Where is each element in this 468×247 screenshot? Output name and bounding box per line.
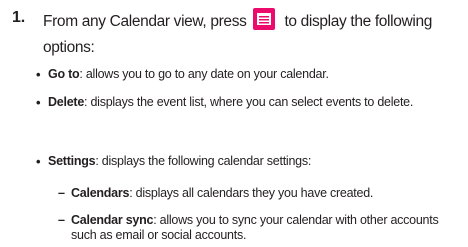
manual-page: 1. From any Calendar view, press to disp… <box>0 0 468 247</box>
bullet-icon: • <box>36 67 41 82</box>
setting-text: Calendar sync: allows you to sync your c… <box>71 213 461 243</box>
step-number: 1. <box>12 9 25 26</box>
dash-icon: – <box>58 213 65 227</box>
option-term: Go to <box>48 67 80 81</box>
option-term: Settings <box>48 154 96 168</box>
bullet-icon: • <box>36 154 41 169</box>
setting-description: : displays all calendars they you have c… <box>129 186 374 200</box>
setting-term: Calendar sync <box>71 213 154 227</box>
option-text: Go to: allows you to go to any date on y… <box>48 67 448 82</box>
option-text: Settings: displays the following calenda… <box>48 154 448 169</box>
option-description: : allows you to go to any date on your c… <box>79 67 329 81</box>
bullet-icon: • <box>36 95 41 110</box>
option-term: Delete <box>48 95 85 109</box>
step-text: From any Calendar view, press to display… <box>43 8 463 61</box>
setting-text: Calendars: displays all calendars they y… <box>71 186 461 201</box>
menu-key-icon <box>253 8 276 30</box>
setting-term: Calendars <box>71 186 130 200</box>
option-description: : displays the event list, where you can… <box>84 95 414 109</box>
dash-icon: – <box>58 186 65 200</box>
option-description: : displays the following calendar settin… <box>95 154 312 168</box>
step-text-before-icon: From any Calendar view, press <box>43 13 247 30</box>
option-text: Delete: displays the event list, where y… <box>48 95 448 110</box>
